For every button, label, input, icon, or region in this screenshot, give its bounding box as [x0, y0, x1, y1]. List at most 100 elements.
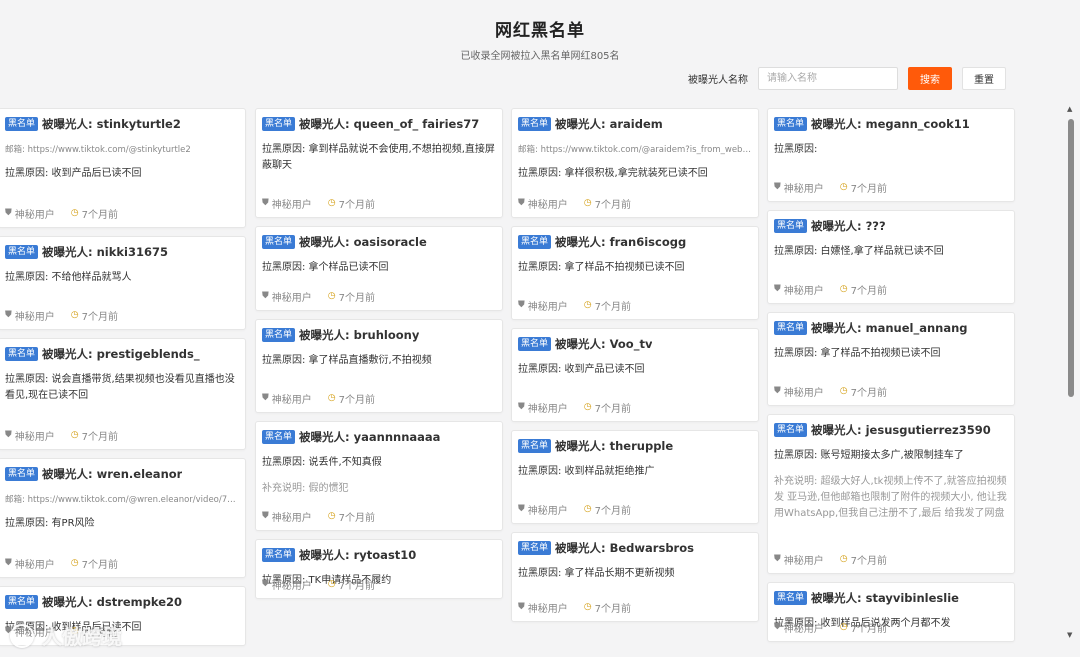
post-time: 7个月前 [338, 199, 375, 211]
blacklist-badge: 黑名单 [262, 235, 296, 249]
influencer-name: 被曝光人: dstrempke20 [42, 595, 183, 609]
post-time: 7个月前 [594, 301, 631, 313]
shield-icon: ⛊ [518, 402, 525, 412]
shield-icon: ⛊ [774, 554, 781, 564]
blacklist-badge: 黑名单 [518, 117, 552, 131]
card-header: 黑名单 被曝光人: megann_cook11 [774, 117, 1008, 131]
card-meta: ⛊ 神秘用户 ◷ 7个月前 [262, 570, 375, 598]
influencer-name: 被曝光人: manuel_annang [811, 321, 968, 335]
clock-icon: ◷ [583, 504, 592, 514]
scroll-thumb[interactable] [1068, 119, 1074, 397]
blacklist-card[interactable]: 黑名单 被曝光人: prestigeblends_ 拉黑原因: 说会直播带货,结果视… [0, 338, 246, 450]
page-title: 网红黑名单 [495, 21, 585, 41]
post-time: 7个月前 [850, 555, 887, 567]
page-header: 网红黑名单 已收录全网被拉入黑名单网红805名 [0, 0, 1080, 62]
post-time: 7个月前 [81, 209, 118, 221]
shield-icon: ⛊ [262, 393, 269, 403]
reason-text: 拉黑原因: 有PR风险 [5, 518, 95, 529]
blacklist-card[interactable]: 黑名单 被曝光人: jesusgutierrez3590 拉黑原因: 账号短期接太多… [767, 414, 1015, 574]
email-text[interactable]: 邮箱: https://www.tiktok.com/@araidem?is_f… [518, 143, 752, 155]
card-header: 黑名单 被曝光人: prestigeblends_ [5, 347, 239, 361]
clock-icon: ◷ [70, 558, 79, 568]
blacklist-card[interactable]: 黑名单 被曝光人: araidem 邮箱: https://www.tiktok.c… [511, 108, 759, 218]
blacklist-card[interactable]: 黑名单 被曝光人: nikki31675 拉黑原因: 不给他样品就骂人 ⛊ 神秘用户 ◷ 7… [0, 236, 246, 330]
poster-name: 神秘用户 [783, 555, 824, 567]
reset-button[interactable]: 重置 [962, 67, 1006, 90]
column-1: 黑名单 被曝光人: stinkyturtle2 邮箱: https://www.ti… [0, 108, 246, 654]
reason-text: 拉黑原因: 说会直播带货,结果视频也没看见直播也没看见,现在已读不回 [5, 374, 235, 401]
card-header: 黑名单 被曝光人: araidem [518, 117, 752, 131]
clock-icon: ◷ [583, 402, 592, 412]
card-header: 黑名单 被曝光人: dstrempke20 [5, 595, 239, 609]
blacklist-card[interactable]: 黑名单 被曝光人: manuel_annang 拉黑原因: 拿了样品不拍视频已读不回… [767, 312, 1015, 406]
blacklist-card[interactable]: 黑名单 被曝光人: wren.eleanor 邮箱: https://www.tik… [0, 458, 246, 578]
influencer-name: 被曝光人: oasisoracle [299, 235, 427, 249]
card-meta: ⛊ 神秘用户 ◷ 7个月前 [5, 199, 118, 227]
blacklist-badge: 黑名单 [518, 439, 552, 453]
card-meta: ⛊ 神秘用户 ◷ 7个月前 [774, 545, 887, 573]
email-text[interactable]: 邮箱: https://www.tiktok.com/@stinkyturtle… [5, 143, 239, 155]
shield-icon: ⛊ [5, 208, 12, 218]
card-meta: ⛊ 神秘用户 ◷ 7个月前 [262, 384, 375, 412]
shield-icon: ⛊ [518, 300, 525, 310]
scroll-down-icon[interactable]: ▼ [1067, 631, 1072, 639]
clock-icon: ◷ [70, 310, 79, 320]
card-meta: ⛊ 神秘用户 ◷ 7个月前 [262, 282, 375, 310]
scrollbar[interactable]: ▲ ▼ [1066, 105, 1076, 639]
poster-name: 神秘用户 [271, 394, 312, 406]
poster-name: 神秘用户 [14, 209, 55, 221]
search-input[interactable] [758, 67, 898, 90]
blacklist-card[interactable]: 黑名单 被曝光人: rytoast10 拉黑原因: TK申请样品不履约 ⛊ 神秘用户 ◷ 7… [255, 539, 503, 599]
blacklist-badge: 黑名单 [262, 117, 296, 131]
blacklist-card[interactable]: 黑名单 被曝光人: Bedwarsbros 拉黑原因: 拿了样品长期不更新视频 ⛊ 神秘… [511, 532, 759, 622]
shield-icon: ⛊ [262, 291, 269, 301]
blacklist-badge: 黑名单 [5, 595, 39, 609]
clock-icon: ◷ [327, 291, 336, 301]
blacklist-card[interactable]: 黑名单 被曝光人: yaannnnaaaa 拉黑原因: 说丢件,不知真假 补充说明: … [255, 421, 503, 531]
blacklist-card[interactable]: 黑名单 被曝光人: oasisoracle 拉黑原因: 拿个样品已读不回 ⛊ 神秘用户 ◷… [255, 226, 503, 311]
card-header: 黑名单 被曝光人: nikki31675 [5, 245, 239, 259]
clock-icon: ◷ [327, 579, 336, 589]
clock-icon: ◷ [583, 300, 592, 310]
influencer-name: 被曝光人: bruhloony [299, 328, 420, 342]
clock-icon: ◷ [839, 622, 848, 632]
shield-icon: ⛊ [774, 386, 781, 396]
blacklist-card[interactable]: 黑名单 被曝光人: stinkyturtle2 邮箱: https://www.ti… [0, 108, 246, 228]
blacklist-badge: 黑名单 [518, 235, 552, 249]
shield-icon: ⛊ [262, 511, 269, 521]
reason-text: 拉黑原因: 账号短期接太多广,被限制挂车了 [774, 450, 964, 461]
blacklist-card[interactable]: 黑名单 被曝光人: ??? 拉黑原因: 白嫖怪,拿了样品就已读不回 ⛊ 神秘用户 ◷ 7个月… [767, 210, 1015, 304]
shield-icon: ⛊ [518, 602, 525, 612]
scroll-up-icon[interactable]: ▲ [1067, 105, 1072, 113]
blacklist-card[interactable]: 黑名单 被曝光人: fran6iscogg 拉黑原因: 拿了样品不拍视频已读不回 ⛊ 神… [511, 226, 759, 320]
card-header: 黑名单 被曝光人: queen_of_ fairies77 [262, 117, 496, 131]
blacklist-card[interactable]: 黑名单 被曝光人: stayvibinleslie 拉黑原因: 收到样品后说发两个月… [767, 582, 1015, 642]
email-text[interactable]: 邮箱: https://www.tiktok.com/@wren.eleanor… [5, 493, 239, 505]
card-header: 黑名单 被曝光人: rytoast10 [262, 548, 496, 562]
shield-icon: ⛊ [262, 579, 269, 589]
search-button[interactable]: 搜索 [908, 67, 952, 90]
card-header: 黑名单 被曝光人: therupple [518, 439, 752, 453]
blacklist-card[interactable]: 黑名单 被曝光人: queen_of_ fairies77 拉黑原因: 拿到样品就说… [255, 108, 503, 218]
blacklist-card[interactable]: 黑名单 被曝光人: bruhloony 拉黑原因: 拿了样品直播敷衍,不拍视频 ⛊ 神秘… [255, 319, 503, 413]
clock-icon: ◷ [583, 602, 592, 612]
note-text: 补充说明: 超级大好人,tk视频上传不了,就答应拍视频发 亚马逊,但他邮箱也限制… [774, 476, 1007, 519]
clock-icon: ◷ [839, 554, 848, 564]
clock-icon: ◷ [327, 511, 336, 521]
influencer-name: 被曝光人: araidem [555, 117, 663, 131]
card-meta: ⛊ 神秘用户 ◷ 7个月前 [5, 421, 118, 449]
blacklist-card[interactable]: 黑名单 被曝光人: megann_cook11 拉黑原因: ⛊ 神秘用户 ◷ 7个月前 [767, 108, 1015, 202]
blacklist-grid: 黑名单 被曝光人: stinkyturtle2 邮箱: https://www.ti… [0, 108, 1060, 657]
card-header: 黑名单 被曝光人: yaannnnaaaa [262, 430, 496, 444]
reason-text: 拉黑原因: 白嫖怪,拿了样品就已读不回 [774, 246, 944, 257]
poster-name: 神秘用户 [783, 183, 824, 195]
shield-icon: ⛊ [774, 284, 781, 294]
poster-name: 神秘用户 [527, 603, 568, 615]
shield-icon: ⛊ [774, 622, 781, 632]
poster-name: 神秘用户 [783, 285, 824, 297]
poster-name: 神秘用户 [783, 623, 824, 635]
post-time: 7个月前 [594, 505, 631, 517]
reason-text: 拉黑原因: 拿了样品不拍视频已读不回 [774, 348, 941, 359]
blacklist-card[interactable]: 黑名单 被曝光人: therupple 拉黑原因: 收到样品就拒绝推广 ⛊ 神秘用户 ◷ 7… [511, 430, 759, 524]
blacklist-card[interactable]: 黑名单 被曝光人: Voo_tv 拉黑原因: 收到产品已读不回 ⛊ 神秘用户 ◷ 7个月前 [511, 328, 759, 422]
